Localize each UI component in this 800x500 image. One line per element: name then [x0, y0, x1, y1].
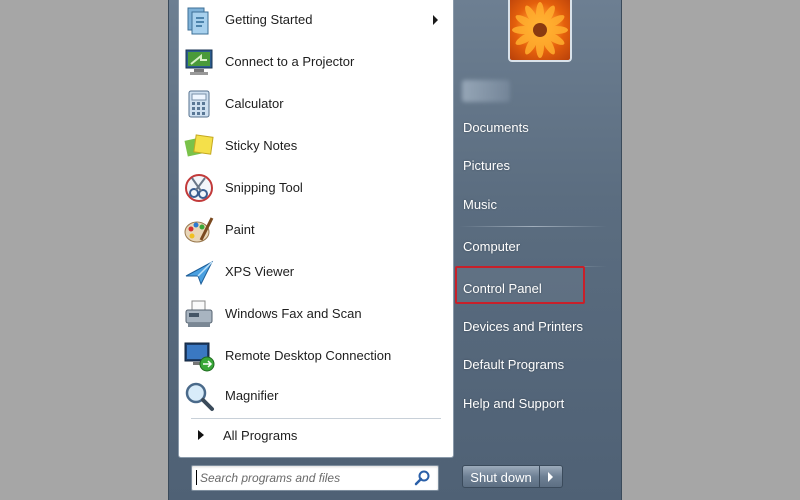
right-item-default-programs[interactable]: Default Programs — [463, 357, 564, 385]
calculator-icon — [188, 90, 210, 118]
program-xps-viewer[interactable]: XPS Viewer — [179, 252, 453, 292]
paint-icon — [184, 217, 214, 243]
projector-icon — [185, 49, 213, 75]
xps-viewer-icon — [185, 260, 214, 286]
submenu-arrow-icon — [433, 15, 438, 25]
triangle-right-icon — [548, 472, 553, 482]
program-label: Getting Started — [225, 12, 313, 27]
right-item-devices-printers[interactable]: Devices and Printers — [463, 319, 583, 347]
right-item-music[interactable]: Music — [463, 197, 497, 225]
program-snipping-tool[interactable]: Snipping Tool — [179, 168, 453, 208]
all-programs-label: All Programs — [223, 428, 298, 443]
programs-pane: Getting Started Connect to a Projector C… — [178, 0, 454, 458]
snipping-tool-icon — [185, 174, 213, 202]
right-item-documents[interactable]: Documents — [463, 120, 529, 148]
shutdown-options-button[interactable] — [540, 465, 563, 488]
right-item-pictures[interactable]: Pictures — [463, 158, 510, 186]
text-caret — [196, 470, 197, 485]
program-label: Snipping Tool — [225, 180, 303, 195]
all-programs-button[interactable]: All Programs — [179, 422, 453, 450]
search-placeholder: Search programs and files — [200, 471, 341, 485]
triangle-right-icon — [198, 430, 204, 440]
flower-icon — [512, 2, 568, 58]
search-icon[interactable] — [414, 469, 432, 487]
search-box[interactable]: Search programs and files — [191, 465, 439, 491]
right-item-help-support[interactable]: Help and Support — [463, 396, 564, 424]
program-label: Sticky Notes — [225, 138, 298, 153]
program-label: Windows Fax and Scan — [225, 306, 362, 321]
program-label: Paint — [225, 222, 255, 237]
shutdown-button[interactable]: Shut down — [462, 465, 540, 488]
program-sticky-notes[interactable]: Sticky Notes — [179, 126, 453, 166]
divider — [459, 226, 607, 227]
start-menu: Getting Started Connect to a Projector C… — [168, 0, 622, 500]
program-magnifier[interactable]: Magnifier — [179, 376, 453, 416]
user-name-blurred[interactable] — [462, 80, 510, 102]
right-item-computer[interactable]: Computer — [463, 239, 520, 267]
sticky-notes-icon — [184, 134, 214, 157]
program-label: Calculator — [225, 96, 284, 111]
program-paint[interactable]: Paint — [179, 210, 453, 250]
program-calculator[interactable]: Calculator — [179, 84, 453, 124]
program-getting-started[interactable]: Getting Started — [179, 0, 453, 40]
fax-scan-icon — [185, 300, 213, 327]
remote-desktop-icon — [184, 342, 215, 372]
program-label: Remote Desktop Connection — [225, 348, 392, 363]
program-connect-projector[interactable]: Connect to a Projector — [179, 42, 453, 82]
right-item-control-panel[interactable]: Control Panel — [463, 281, 542, 309]
magnifier-icon — [185, 382, 214, 411]
program-label: Connect to a Projector — [225, 54, 355, 69]
divider — [191, 418, 441, 419]
program-label: Magnifier — [225, 388, 279, 403]
program-fax-scan[interactable]: Windows Fax and Scan — [179, 294, 453, 334]
user-picture[interactable] — [508, 0, 572, 62]
program-label: XPS Viewer — [225, 264, 295, 279]
getting-started-icon — [187, 7, 209, 35]
program-remote-desktop[interactable]: Remote Desktop Connection — [179, 336, 453, 376]
